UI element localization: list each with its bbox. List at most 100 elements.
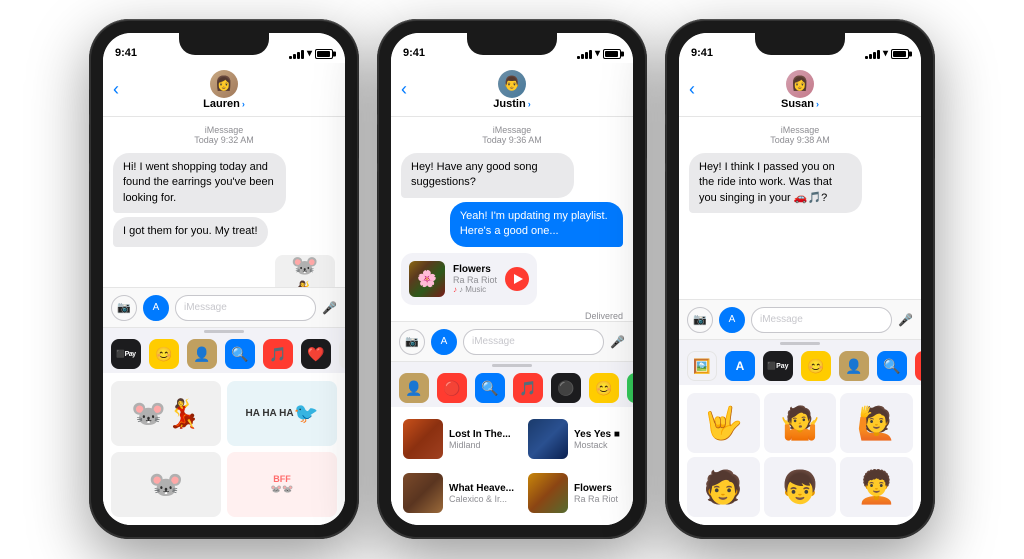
stickers-grid: 🐭💃 HA HA HA 🐦 🐭 BFF🐭🐭 bbox=[111, 381, 337, 517]
music-info: Flowers Ra Ra Riot bbox=[574, 483, 621, 504]
contact-name-justin: Justin › bbox=[493, 98, 530, 110]
nav-header-lauren: ‹ 👩 Lauren › bbox=[103, 63, 345, 117]
memoji-icon[interactable]: 👤 bbox=[187, 339, 217, 369]
mic-icon[interactable]: 🎤 bbox=[898, 313, 913, 327]
contact-info-lauren[interactable]: 👩 Lauren › bbox=[203, 70, 245, 110]
contact-info-justin[interactable]: 👨 Justin › bbox=[493, 70, 530, 110]
sticker-item[interactable]: 🐭 bbox=[111, 452, 221, 517]
emoji-icon[interactable]: 😊 bbox=[149, 339, 179, 369]
music-card-flowers[interactable]: 🌸 Flowers Ra Ra Riot ♪ ♪ Music bbox=[401, 253, 537, 305]
delivered-status-justin: Delivered bbox=[401, 311, 623, 321]
phone-lauren: 9:41 ▾ ‹ 👩 Lauren bbox=[89, 19, 359, 539]
camera-icon[interactable]: 📷 bbox=[111, 295, 137, 321]
appstore-icon[interactable]: A bbox=[719, 307, 745, 333]
memoji-item[interactable]: 🧑 bbox=[687, 457, 760, 517]
heart-icon[interactable]: 🔴 bbox=[437, 373, 467, 403]
sticker-item[interactable]: 🐭💃 bbox=[111, 381, 221, 446]
play-button[interactable] bbox=[505, 267, 529, 291]
music-grid-item[interactable]: Yes Yes ■ Mostack bbox=[524, 415, 625, 463]
track-title: Lost In The... bbox=[449, 429, 514, 440]
notch-justin bbox=[467, 33, 557, 55]
back-button-lauren[interactable]: ‹ bbox=[113, 79, 119, 100]
track-artist: Midland bbox=[449, 440, 514, 450]
memoji-icon[interactable]: 👤 bbox=[399, 373, 429, 403]
apple-pay-icon[interactable]: ⬛Pay bbox=[763, 351, 793, 381]
mickey-icon[interactable]: 🐭 bbox=[339, 339, 345, 369]
memoji-item[interactable]: 🙋 bbox=[840, 393, 913, 453]
music-title: Flowers bbox=[453, 264, 497, 275]
music-grid-item[interactable]: Flowers Ra Ra Riot bbox=[524, 469, 625, 517]
message-bubble: Hey! Have any good song suggestions? bbox=[401, 153, 574, 198]
camera-icon[interactable]: 📷 bbox=[687, 307, 713, 333]
sticker-bff: 🐭💃 bbox=[275, 255, 335, 287]
memoji-item[interactable]: 👦 bbox=[764, 457, 837, 517]
notch-susan bbox=[755, 33, 845, 55]
message-bubble: I got them for you. My treat! bbox=[113, 217, 268, 246]
heart-icon[interactable]: ❤️ bbox=[301, 339, 331, 369]
appstore-icon[interactable]: A bbox=[431, 329, 457, 355]
sticker-item[interactable]: HA HA HA 🐦 bbox=[227, 381, 337, 446]
input-bar-susan: 📷 A iMessage 🎤 bbox=[679, 299, 921, 339]
music-icon[interactable]: 🎵 bbox=[915, 351, 921, 381]
appstore-tray-icon[interactable]: A bbox=[725, 351, 755, 381]
signal-icon bbox=[865, 49, 880, 59]
music-info: What Heave... Calexico & Ir... bbox=[449, 483, 514, 504]
emoji-icon[interactable]: 😊 bbox=[589, 373, 619, 403]
music-icon[interactable]: 🎵 bbox=[513, 373, 543, 403]
signal-icon bbox=[577, 49, 592, 59]
message-input-justin[interactable]: iMessage bbox=[463, 329, 604, 355]
phones-container: 9:41 ▾ ‹ 👩 Lauren bbox=[69, 0, 955, 559]
photos-icon[interactable]: 🖼️ bbox=[687, 351, 717, 381]
phone-screen-justin: 9:41 ▾ ‹ 👨 Justin bbox=[391, 33, 633, 525]
avatar-lauren: 👩 bbox=[210, 70, 238, 98]
contact-info-susan[interactable]: 👩 Susan › bbox=[781, 70, 819, 110]
avatar-susan: 👩 bbox=[786, 70, 814, 98]
status-time-lauren: 9:41 bbox=[115, 47, 137, 59]
music-grid-item[interactable]: What Heave... Calexico & Ir... bbox=[399, 469, 518, 517]
apple-pay-icon[interactable]: ⬛Pay bbox=[111, 339, 141, 369]
track-artist: Mostack bbox=[574, 440, 621, 450]
green-icon[interactable]: 🌿 bbox=[627, 373, 633, 403]
track-artist: Calexico & Ir... bbox=[449, 494, 514, 504]
status-time-justin: 9:41 bbox=[403, 47, 425, 59]
music-info-flowers: Flowers Ra Ra Riot ♪ ♪ Music bbox=[453, 264, 497, 294]
appstore-icon[interactable]: A bbox=[143, 295, 169, 321]
album-art-whatheaven bbox=[403, 473, 443, 513]
messages-area-susan[interactable]: iMessage Today 9:38 AM Hey! I think I pa… bbox=[679, 117, 921, 299]
memoji-item[interactable]: 🤟 bbox=[687, 393, 760, 453]
mic-icon[interactable]: 🎤 bbox=[322, 301, 337, 315]
messages-area-lauren[interactable]: iMessage Today 9:32 AM Hi! I went shoppi… bbox=[103, 117, 345, 287]
memoji-item[interactable]: 🤷 bbox=[764, 393, 837, 453]
search-icon[interactable]: 🔍 bbox=[877, 351, 907, 381]
contact-name-susan: Susan › bbox=[781, 98, 819, 110]
avatar-justin: 👨 bbox=[498, 70, 526, 98]
track-title: Flowers bbox=[574, 483, 621, 494]
messages-area-justin[interactable]: iMessage Today 9:36 AM Hey! Have any goo… bbox=[391, 117, 633, 321]
album-art-lost bbox=[403, 419, 443, 459]
memoji-grid: 🤟 🤷 🙋 🧑 👦 🧑‍🦱 bbox=[687, 393, 913, 517]
sticker-bff-item[interactable]: BFF🐭🐭 bbox=[227, 452, 337, 517]
chevron-icon: › bbox=[528, 99, 531, 109]
message-input-lauren[interactable]: iMessage bbox=[175, 295, 316, 321]
back-button-justin[interactable]: ‹ bbox=[401, 79, 407, 100]
memoji-item[interactable]: 🧑‍🦱 bbox=[840, 457, 913, 517]
music-grid-item[interactable]: Lost In The... Midland bbox=[399, 415, 518, 463]
message-input-susan[interactable]: iMessage bbox=[751, 307, 892, 333]
search-icon[interactable]: 🔍 bbox=[475, 373, 505, 403]
mic-icon[interactable]: 🎤 bbox=[610, 335, 625, 349]
music-icon[interactable]: 🎵 bbox=[263, 339, 293, 369]
status-icons-justin: ▾ bbox=[577, 48, 621, 59]
music-artist: Ra Ra Riot bbox=[453, 275, 497, 285]
music-info: Lost In The... Midland bbox=[449, 429, 514, 450]
album-art-yesyes bbox=[528, 419, 568, 459]
emoji-icon[interactable]: 😊 bbox=[801, 351, 831, 381]
app-tray-susan: 🖼️ A ⬛Pay 😊 👤 🔍 🎵 🤟 🤷 🙋 🧑 👦 bbox=[679, 339, 921, 525]
music-source: ♪ ♪ Music bbox=[453, 285, 497, 294]
back-button-susan[interactable]: ‹ bbox=[689, 79, 695, 100]
memoji-icon[interactable]: 👤 bbox=[839, 351, 869, 381]
tray-icons-row-justin: 👤 🔴 🔍 🎵 ⚫ 😊 🌿 ··· bbox=[391, 369, 633, 407]
search-icon[interactable]: 🔍 bbox=[225, 339, 255, 369]
phone-screen-lauren: 9:41 ▾ ‹ 👩 Lauren bbox=[103, 33, 345, 525]
dark-icon[interactable]: ⚫ bbox=[551, 373, 581, 403]
camera-icon[interactable]: 📷 bbox=[399, 329, 425, 355]
